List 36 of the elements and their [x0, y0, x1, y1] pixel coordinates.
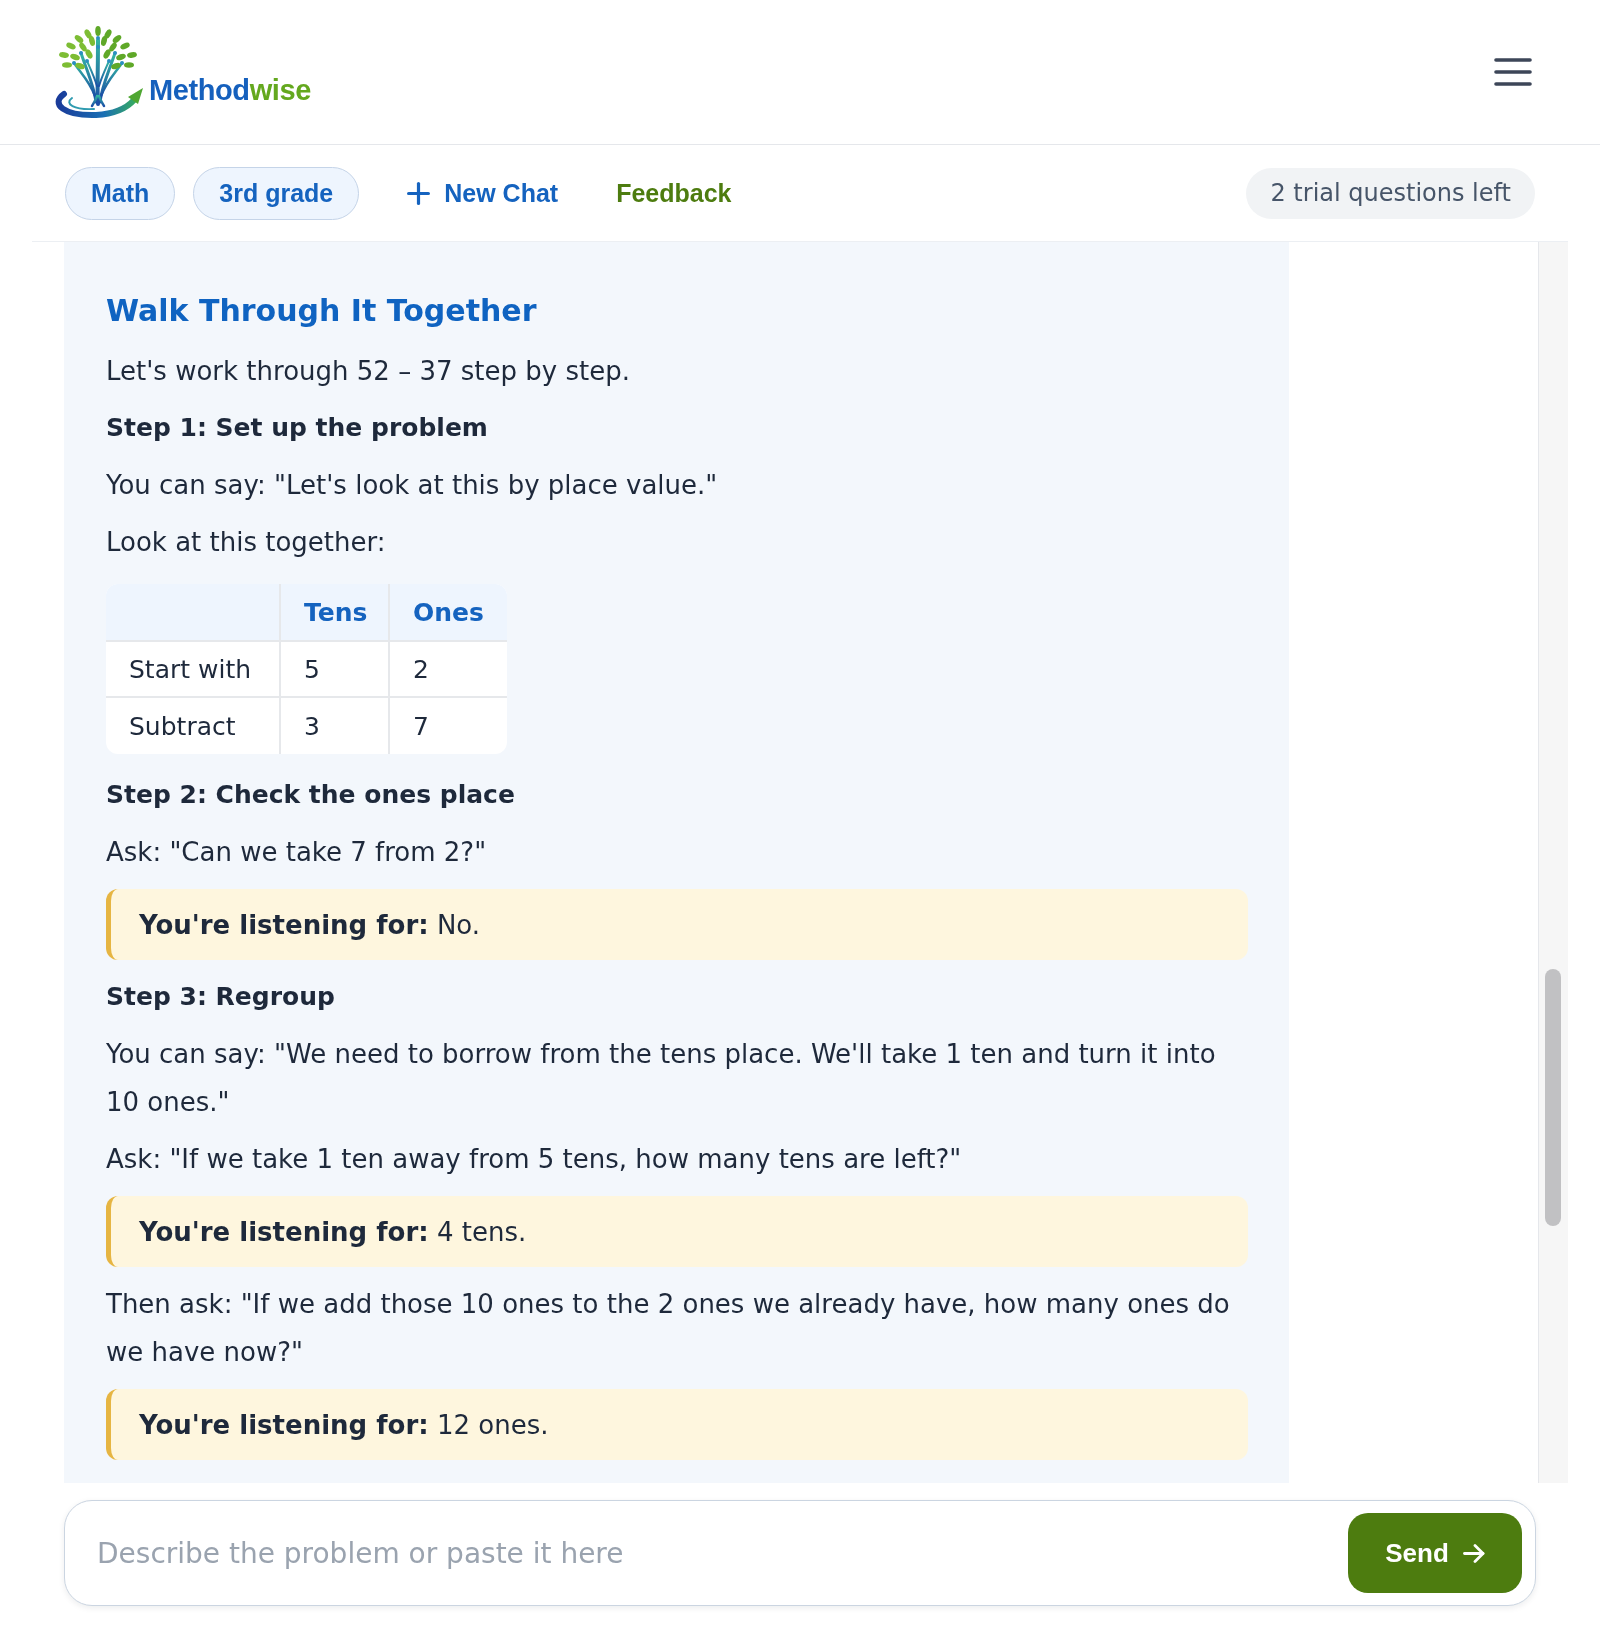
table-cell: 7	[388, 698, 507, 754]
row-header: Start with	[106, 642, 279, 698]
row-header: Subtract	[128, 710, 237, 743]
message-text: Ask: "Can we take 7 from 2?"	[106, 836, 488, 869]
message-text: Ask: "If we take 1 ten away from 5 tens, how many tens are left?"	[106, 1143, 963, 1176]
filter-chip[interactable]: Math	[65, 166, 176, 220]
column-header: Ones	[388, 584, 507, 642]
message-text: You can say: "Let's look at this by place value."	[106, 469, 719, 502]
arrow-right-icon	[1462, 1543, 1485, 1563]
message-text: Let's work through 52 – 37 step by step.	[106, 355, 631, 388]
send-button[interactable]: Send	[1348, 1513, 1522, 1593]
message-text: Look at this together:	[106, 526, 387, 559]
feedback-link[interactable]: Feedback	[616, 178, 732, 208]
message-text: You can say: "We need to borrow from the tens place. We'll take 1 ten and turn it into 10 ones."	[106, 1038, 1217, 1119]
step-heading: Step 2: Check the ones place	[106, 779, 515, 811]
message-title: Walk Through It Together	[106, 292, 537, 330]
step-heading: Step 1: Set up the problem	[106, 412, 488, 444]
listening-for-callout: You're listening for: No.	[106, 889, 1248, 960]
listening-for-callout: You're listening for: 4 tens.	[106, 1196, 1248, 1267]
menu-icon	[1494, 58, 1532, 86]
plus-icon	[407, 181, 431, 205]
column-header: Tens	[279, 584, 388, 642]
message-input-field[interactable]: Describe the problem or paste it here Send	[64, 1500, 1536, 1606]
new-chat-button[interactable]: New Chat	[407, 173, 559, 213]
table-cell: 5	[279, 642, 388, 698]
menu-button[interactable]	[1494, 58, 1532, 86]
filter-chip[interactable]: 3rd grade	[193, 166, 360, 220]
table-cell: 2	[388, 642, 507, 698]
scrollbar-track[interactable]	[1538, 242, 1568, 1483]
listening-for-callout: You're listening for: 12 ones.	[106, 1389, 1248, 1460]
scrollbar-thumb[interactable]	[1545, 969, 1561, 1226]
table-cell: 3	[279, 698, 388, 754]
brand-name: Methodwise	[149, 73, 311, 107]
step-heading: Step 3: Regroup	[106, 981, 335, 1013]
message-text: Then ask: "If we add those 10 ones to the 2 ones we already have, how many ones do we have now?"	[106, 1288, 1231, 1369]
trial-questions-badge: 2 trial questions left	[1246, 167, 1535, 219]
